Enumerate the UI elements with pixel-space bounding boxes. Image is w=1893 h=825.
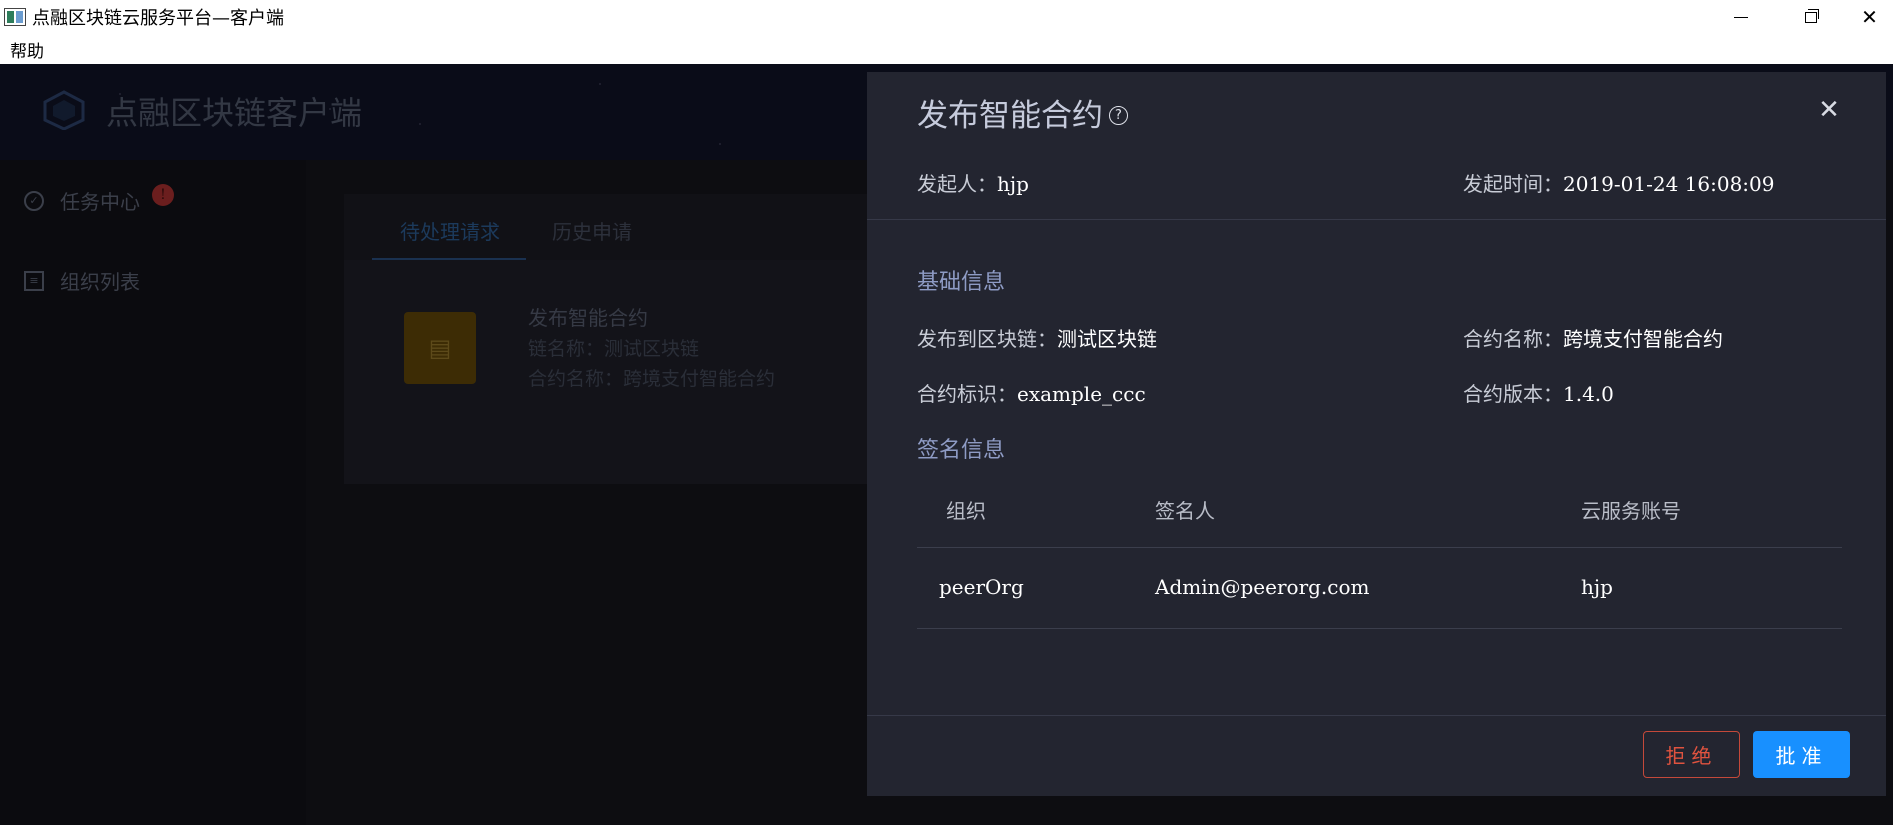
contract-name-label: 合约名称： <box>1463 327 1563 351</box>
request-panel: 待处理请求 历史申请 ▤ 发布智能合约 链名称：测试区块链 合约名称：跨境支付智… <box>344 194 874 484</box>
time-value: 2019-01-24 16:08:09 <box>1563 172 1775 196</box>
tab-history[interactable]: 历史申请 <box>552 216 632 245</box>
contract-version-label: 合约版本： <box>1463 382 1563 406</box>
window-title: 点融区块链云服务平台—客户端 <box>32 8 284 29</box>
basic-info-title: 基础信息 <box>917 270 1006 295</box>
close-window-button[interactable]: ✕ <box>1846 0 1893 34</box>
field-contract-version: 合约版本：1.4.0 <box>1463 378 1614 407</box>
reject-button[interactable]: 拒绝 <box>1643 731 1740 778</box>
chain-label: 发布到区块链： <box>917 327 1057 351</box>
close-window-icon: ✕ <box>1861 5 1878 29</box>
table-cell-account: hjp <box>1581 575 1613 599</box>
restore-icon <box>1805 8 1819 23</box>
signature-info-title: 签名信息 <box>917 438 1006 463</box>
initiator-value: hjp <box>997 172 1029 196</box>
brand-logo-icon <box>43 90 85 130</box>
minimize-icon <box>1734 16 1748 18</box>
field-chain: 发布到区块链：测试区块链 <box>917 323 1157 352</box>
contract-detail-drawer: 发布智能合约 ? ✕ 发起人：hjp 发起时间：2019-01-24 16:08… <box>867 72 1886 796</box>
list-icon: ≡ <box>24 270 44 291</box>
check-circle-icon: ✓ <box>24 190 44 211</box>
table-cell-signer: Admin@peerorg.com <box>1155 575 1370 599</box>
sidebar-item-tasks[interactable]: ✓ 任务中心 ! <box>24 183 174 215</box>
request-title: 发布智能合约 <box>528 306 648 330</box>
table-header-account: 云服务账号 <box>1581 499 1681 523</box>
initiator-label: 发起人： <box>917 172 997 196</box>
table-header-signer: 签名人 <box>1155 499 1215 523</box>
table-cell-org: peerOrg <box>939 575 1024 599</box>
brand-title: 点融区块链客户端 <box>106 94 363 132</box>
request-card[interactable]: ▤ 发布智能合约 链名称：测试区块链 合约名称：跨境支付智能合约 <box>344 260 874 484</box>
minimize-button[interactable] <box>1706 0 1776 34</box>
approve-button[interactable]: 批准 <box>1753 731 1850 778</box>
tab-pending[interactable]: 待处理请求 <box>400 216 500 245</box>
time-label: 发起时间： <box>1463 172 1563 196</box>
menu-bar: 帮助 <box>0 34 1893 64</box>
contract-id-label: 合约标识： <box>917 382 1017 406</box>
field-contract-name: 合约名称：跨境支付智能合约 <box>1463 323 1723 352</box>
window-titlebar: 点融区块链云服务平台—客户端 ✕ <box>0 0 1893 34</box>
request-contract: 合约名称：跨境支付智能合约 <box>528 368 776 390</box>
contract-name-value: 跨境支付智能合约 <box>1563 327 1723 351</box>
chain-value: 测试区块链 <box>1057 327 1157 351</box>
table-row-divider <box>917 628 1842 629</box>
initiator: 发起人：hjp <box>917 168 1029 197</box>
sidebar-item-orgs[interactable]: ≡ 组织列表 <box>24 266 140 295</box>
sidebar-item-label: 任务中心 <box>60 190 140 214</box>
header-divider <box>867 219 1886 220</box>
table-header-org: 组织 <box>946 499 986 523</box>
help-icon[interactable]: ? <box>1109 106 1128 125</box>
sidebar-item-label: 组织列表 <box>60 270 140 294</box>
initiated-time: 发起时间：2019-01-24 16:08:09 <box>1463 168 1775 197</box>
restore-button[interactable] <box>1776 0 1846 34</box>
footer-divider <box>867 715 1886 716</box>
close-drawer-icon[interactable]: ✕ <box>1817 97 1841 123</box>
drawer-title-wrap: 发布智能合约 ? <box>917 90 1128 135</box>
document-icon: ▤ <box>404 312 476 384</box>
request-chain: 链名称：测试区块链 <box>528 338 700 360</box>
contract-version-value: 1.4.0 <box>1563 382 1614 406</box>
app-icon <box>4 8 26 26</box>
field-contract-id: 合约标识：example_ccc <box>917 378 1146 407</box>
menu-help[interactable]: 帮助 <box>0 37 54 62</box>
contract-id-value: example_ccc <box>1017 382 1146 406</box>
drawer-title: 发布智能合约 <box>917 98 1103 134</box>
notification-badge: ! <box>152 183 174 206</box>
request-tabs: 待处理请求 历史申请 <box>344 194 874 261</box>
sidebar: ✓ 任务中心 ! ≡ 组织列表 <box>0 160 306 825</box>
table-header-divider <box>917 547 1842 548</box>
